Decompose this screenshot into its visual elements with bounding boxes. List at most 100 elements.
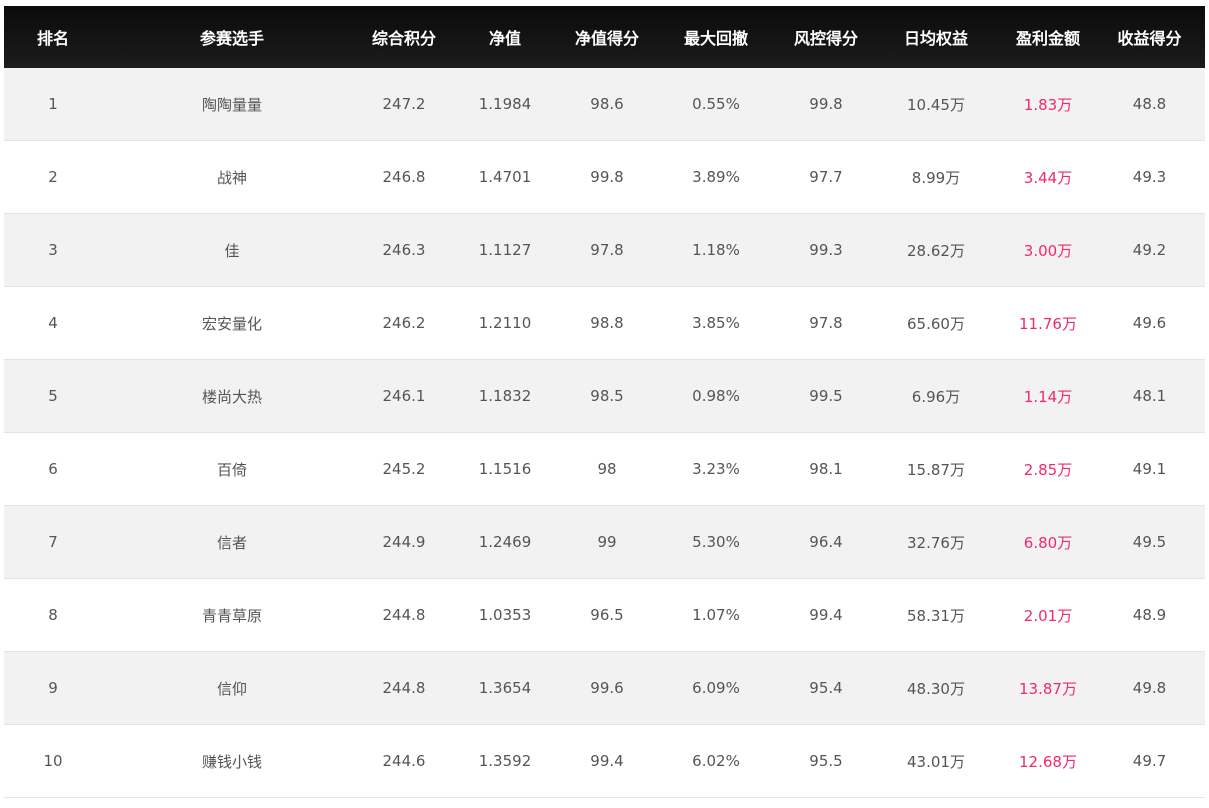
cell-total-score: 244.8 (362, 651, 446, 725)
cell-net-value: 1.2469 (446, 505, 564, 579)
table-row[interactable]: 5 楼尚大热 246.1 1.1832 98.5 0.98% 99.5 6.96万 1.14万 4… (4, 359, 1205, 433)
cell-return-score: 49.8 (1094, 651, 1205, 725)
cell-rank: 5 (4, 359, 102, 433)
header-rank[interactable]: 排名 (4, 6, 102, 68)
cell-net-value: 1.1127 (446, 213, 564, 287)
cell-daily-equity: 10.45万 (870, 68, 1002, 141)
cell-profit-amount: 2.85万 (1002, 432, 1094, 506)
cell-net-value-score: 96.5 (564, 578, 650, 652)
cell-daily-equity: 65.60万 (870, 286, 1002, 360)
cell-rank: 4 (4, 286, 102, 360)
cell-total-score: 246.8 (362, 140, 446, 214)
cell-player: 佳 (102, 213, 362, 287)
cell-player: 百倚 (102, 432, 362, 506)
header-total-score[interactable]: 综合积分 (362, 6, 446, 68)
header-risk-score[interactable]: 风控得分 (782, 6, 870, 68)
cell-daily-equity: 8.99万 (870, 140, 1002, 214)
table-row[interactable]: 8 青青草原 244.8 1.0353 96.5 1.07% 99.4 58.31万 2.01万… (4, 578, 1205, 652)
cell-daily-equity: 6.96万 (870, 359, 1002, 433)
cell-daily-equity: 15.87万 (870, 432, 1002, 506)
cell-risk-score: 95.4 (782, 651, 870, 725)
cell-max-drawdown: 3.23% (650, 432, 782, 506)
cell-profit-amount: 2.01万 (1002, 578, 1094, 652)
ranking-table: 排名 参赛选手 综合积分 净值 净值得分 最大回撤 风控得分 日均权益 盈利金额… (4, 6, 1205, 798)
header-net-value[interactable]: 净值 (446, 6, 564, 68)
cell-daily-equity: 48.30万 (870, 651, 1002, 725)
cell-daily-equity: 58.31万 (870, 578, 1002, 652)
cell-risk-score: 99.4 (782, 578, 870, 652)
cell-net-value-score: 98.6 (564, 68, 650, 141)
cell-return-score: 48.8 (1094, 68, 1205, 141)
cell-rank: 7 (4, 505, 102, 579)
cell-max-drawdown: 1.07% (650, 578, 782, 652)
cell-max-drawdown: 1.18% (650, 213, 782, 287)
cell-return-score: 49.5 (1094, 505, 1205, 579)
cell-net-value-score: 98 (564, 432, 650, 506)
table-row[interactable]: 7 信者 244.9 1.2469 99 5.30% 96.4 32.76万 6.80万 49.5 (4, 505, 1205, 579)
cell-rank: 9 (4, 651, 102, 725)
cell-player: 信者 (102, 505, 362, 579)
cell-return-score: 49.2 (1094, 213, 1205, 287)
cell-max-drawdown: 0.55% (650, 68, 782, 141)
cell-total-score: 246.2 (362, 286, 446, 360)
cell-risk-score: 99.5 (782, 359, 870, 433)
cell-net-value: 1.0353 (446, 578, 564, 652)
cell-return-score: 49.1 (1094, 432, 1205, 506)
cell-total-score: 244.8 (362, 578, 446, 652)
table-row[interactable]: 2 战神 246.8 1.4701 99.8 3.89% 97.7 8.99万 3.44万 49.… (4, 140, 1205, 214)
table-row[interactable]: 9 信仰 244.8 1.3654 99.6 6.09% 95.4 48.30万 13.87万 4… (4, 651, 1205, 725)
cell-profit-amount: 13.87万 (1002, 651, 1094, 725)
cell-max-drawdown: 5.30% (650, 505, 782, 579)
cell-net-value-score: 99.4 (564, 724, 650, 798)
table-row[interactable]: 10 赚钱小钱 244.6 1.3592 99.4 6.02% 95.5 43.01万 12.6… (4, 724, 1205, 798)
cell-rank: 6 (4, 432, 102, 506)
cell-return-score: 49.7 (1094, 724, 1205, 798)
cell-return-score: 48.9 (1094, 578, 1205, 652)
cell-net-value-score: 99 (564, 505, 650, 579)
cell-rank: 1 (4, 68, 102, 141)
table-row[interactable]: 1 陶陶量量 247.2 1.1984 98.6 0.55% 99.8 10.45万 1.83万… (4, 68, 1205, 141)
cell-risk-score: 96.4 (782, 505, 870, 579)
cell-net-value-score: 97.8 (564, 213, 650, 287)
cell-max-drawdown: 6.02% (650, 724, 782, 798)
cell-total-score: 244.9 (362, 505, 446, 579)
cell-return-score: 48.1 (1094, 359, 1205, 433)
cell-profit-amount: 1.83万 (1002, 68, 1094, 141)
header-net-value-score[interactable]: 净值得分 (564, 6, 650, 68)
cell-net-value: 1.4701 (446, 140, 564, 214)
cell-return-score: 49.3 (1094, 140, 1205, 214)
cell-player: 信仰 (102, 651, 362, 725)
cell-profit-amount: 11.76万 (1002, 286, 1094, 360)
cell-rank: 8 (4, 578, 102, 652)
cell-daily-equity: 43.01万 (870, 724, 1002, 798)
cell-risk-score: 98.1 (782, 432, 870, 506)
cell-net-value-score: 99.8 (564, 140, 650, 214)
cell-daily-equity: 28.62万 (870, 213, 1002, 287)
cell-rank: 2 (4, 140, 102, 214)
cell-player: 陶陶量量 (102, 68, 362, 141)
header-max-drawdown[interactable]: 最大回撤 (650, 6, 782, 68)
cell-net-value-score: 98.8 (564, 286, 650, 360)
cell-max-drawdown: 3.89% (650, 140, 782, 214)
cell-player: 赚钱小钱 (102, 724, 362, 798)
header-daily-equity[interactable]: 日均权益 (870, 6, 1002, 68)
cell-profit-amount: 6.80万 (1002, 505, 1094, 579)
cell-total-score: 245.2 (362, 432, 446, 506)
table-row[interactable]: 4 宏安量化 246.2 1.2110 98.8 3.85% 97.8 65.60万 11.76… (4, 286, 1205, 360)
cell-risk-score: 99.3 (782, 213, 870, 287)
cell-risk-score: 95.5 (782, 724, 870, 798)
header-profit-amount[interactable]: 盈利金额 (1002, 6, 1094, 68)
cell-net-value: 1.2110 (446, 286, 564, 360)
cell-daily-equity: 32.76万 (870, 505, 1002, 579)
header-player[interactable]: 参赛选手 (102, 6, 362, 68)
cell-net-value: 1.1832 (446, 359, 564, 433)
cell-player: 宏安量化 (102, 286, 362, 360)
table-row[interactable]: 3 佳 246.3 1.1127 97.8 1.18% 99.3 28.62万 3.00万 49.… (4, 213, 1205, 287)
header-row: 排名 参赛选手 综合积分 净值 净值得分 最大回撤 风控得分 日均权益 盈利金额… (4, 6, 1205, 68)
cell-net-value-score: 99.6 (564, 651, 650, 725)
cell-max-drawdown: 0.98% (650, 359, 782, 433)
cell-net-value: 1.1516 (446, 432, 564, 506)
table-row[interactable]: 6 百倚 245.2 1.1516 98 3.23% 98.1 15.87万 2.85万 49.1 (4, 432, 1205, 506)
cell-net-value: 1.3654 (446, 651, 564, 725)
header-return-score[interactable]: 收益得分 (1094, 6, 1205, 68)
